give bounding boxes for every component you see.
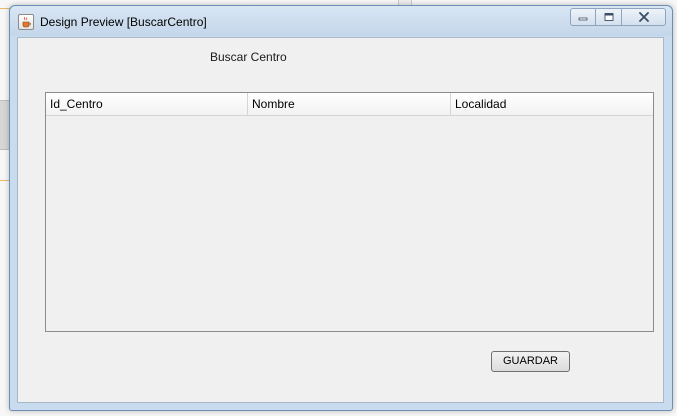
save-button[interactable]: GUARDAR	[491, 351, 570, 372]
close-button[interactable]	[622, 8, 666, 26]
results-table[interactable]: Id_Centro Nombre Localidad	[45, 92, 654, 332]
minimize-button[interactable]	[570, 8, 596, 26]
close-icon	[638, 12, 649, 22]
window-title: Design Preview [BuscarCentro]	[40, 15, 207, 29]
table-body[interactable]	[46, 116, 653, 331]
minimize-icon	[578, 17, 588, 21]
column-header-localidad[interactable]: Localidad	[451, 93, 653, 115]
form-title: Buscar Centro	[210, 50, 287, 64]
design-preview-window: Design Preview [BuscarCentro] Buscar Cen…	[9, 5, 673, 411]
title-bar[interactable]: Design Preview [BuscarCentro]	[10, 6, 672, 36]
maximize-button[interactable]	[596, 8, 622, 26]
table-header: Id_Centro Nombre Localidad	[46, 93, 653, 116]
column-header-id-centro[interactable]: Id_Centro	[46, 93, 248, 115]
maximize-icon	[604, 13, 613, 21]
java-cup-icon[interactable]	[18, 14, 34, 30]
window-controls	[570, 8, 666, 28]
column-header-nombre[interactable]: Nombre	[248, 93, 451, 115]
form-content: Buscar Centro Id_Centro Nombre Localidad…	[17, 37, 664, 403]
